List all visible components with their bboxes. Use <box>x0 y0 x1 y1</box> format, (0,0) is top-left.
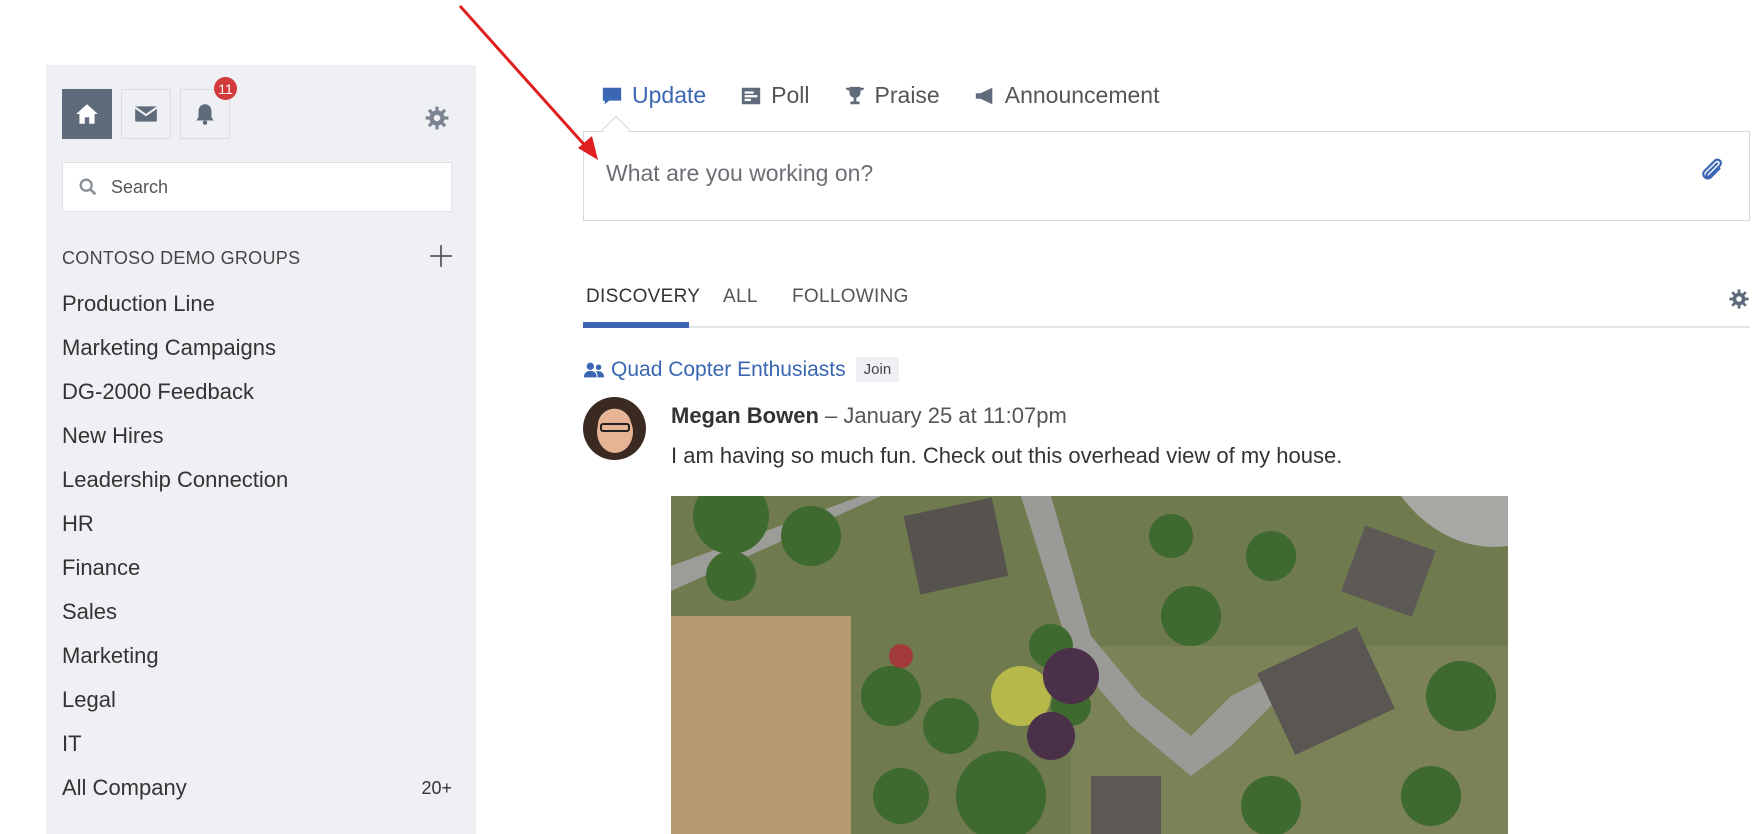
notification-badge: 11 <box>214 77 237 100</box>
post-group-link: Quad Copter Enthusiasts Join <box>583 357 900 382</box>
group-item[interactable]: Marketing Campaigns <box>62 326 452 370</box>
post-author[interactable]: Megan Bowen <box>671 403 819 428</box>
add-group-icon[interactable] <box>428 243 454 269</box>
group-list: Production Line Marketing Campaigns DG-2… <box>62 282 452 810</box>
house-4 <box>1091 776 1161 834</box>
post-meta: Megan Bowen – January 25 at 11:07pm <box>671 403 1067 429</box>
group-item[interactable]: Legal <box>62 678 452 722</box>
tab-announcement[interactable]: Announcement <box>974 82 1160 109</box>
tab-label: Announcement <box>1004 82 1160 108</box>
red-shrub <box>889 644 913 668</box>
post-timestamp[interactable]: January 25 at 11:07pm <box>843 403 1066 428</box>
group-item[interactable]: All Company 20+ <box>62 766 452 810</box>
group-label: IT <box>62 731 82 756</box>
trophy-icon <box>845 86 864 104</box>
feed-settings-gear-icon[interactable] <box>1728 288 1750 310</box>
settings-gear-icon[interactable] <box>424 105 450 131</box>
group-label: Marketing Campaigns <box>62 335 276 360</box>
group-label: All Company <box>62 775 187 800</box>
tab-following[interactable]: FOLLOWING <box>792 286 909 308</box>
group-item[interactable]: IT <box>62 722 452 766</box>
group-label: Sales <box>62 599 118 624</box>
group-item[interactable]: DG-2000 Feedback <box>62 370 452 414</box>
dry-field <box>671 616 851 834</box>
people-icon <box>583 362 605 377</box>
group-label: Legal <box>62 687 116 712</box>
sidebar: 11 CONTOSO DEMO GROUPS Production Line M… <box>46 65 476 834</box>
avatar-glasses <box>600 423 630 432</box>
composer-input[interactable] <box>606 160 1606 187</box>
tab-all[interactable]: ALL <box>723 286 758 308</box>
search-box[interactable] <box>62 162 452 212</box>
search-input[interactable] <box>111 176 431 198</box>
tab-poll[interactable]: Poll <box>740 82 810 109</box>
home-icon <box>76 104 98 124</box>
avatar[interactable] <box>583 397 646 460</box>
tab-discovery[interactable]: DISCOVERY <box>586 286 700 308</box>
join-button[interactable]: Join <box>855 357 900 382</box>
tab-label: Update <box>632 82 707 108</box>
tab-update[interactable]: Update <box>601 82 706 109</box>
group-count: 20+ <box>421 777 452 798</box>
group-item[interactable]: Finance <box>62 546 452 590</box>
group-item[interactable]: Production Line <box>62 282 452 326</box>
speech-bubble-icon <box>602 87 622 104</box>
megaphone-icon <box>975 87 993 104</box>
post-body: I am having so much fun. Check out this … <box>671 443 1343 468</box>
group-item[interactable]: Leadership Connection <box>62 458 452 502</box>
bell-icon <box>196 104 214 125</box>
group-label: Marketing <box>62 643 159 668</box>
envelope-icon <box>134 106 158 122</box>
home-button[interactable] <box>62 89 112 139</box>
tab-label: Poll <box>771 82 810 108</box>
search-icon <box>79 178 97 196</box>
group-name-link[interactable]: Quad Copter Enthusiasts <box>611 358 846 382</box>
group-label: New Hires <box>62 423 164 448</box>
group-label: DG-2000 Feedback <box>62 379 254 404</box>
composer-tabs: Update Poll Praise Announcement <box>601 82 1193 109</box>
group-label: Production Line <box>62 291 215 316</box>
poll-icon <box>742 87 761 104</box>
groups-header: CONTOSO DEMO GROUPS <box>62 248 301 268</box>
inbox-button[interactable] <box>121 89 171 139</box>
avatar-face <box>597 411 633 453</box>
paperclip-icon[interactable] <box>1697 156 1727 186</box>
tab-praise[interactable]: Praise <box>844 82 940 109</box>
purple-tree <box>1043 648 1099 704</box>
group-item[interactable]: Marketing <box>62 634 452 678</box>
composer-box[interactable] <box>583 131 1750 221</box>
active-tab-indicator <box>583 322 689 328</box>
group-item[interactable]: HR <box>62 502 452 546</box>
group-item[interactable]: New Hires <box>62 414 452 458</box>
group-item[interactable]: Sales <box>62 590 452 634</box>
tab-label: Praise <box>874 82 940 108</box>
meta-separator: – <box>825 403 838 428</box>
purple-tree <box>1027 712 1075 760</box>
group-label: HR <box>62 511 94 536</box>
post-aerial-image[interactable] <box>671 496 1508 834</box>
group-label: Leadership Connection <box>62 467 289 492</box>
group-label: Finance <box>62 555 141 580</box>
feed-tabs: DISCOVERY ALL FOLLOWING <box>583 270 1750 328</box>
